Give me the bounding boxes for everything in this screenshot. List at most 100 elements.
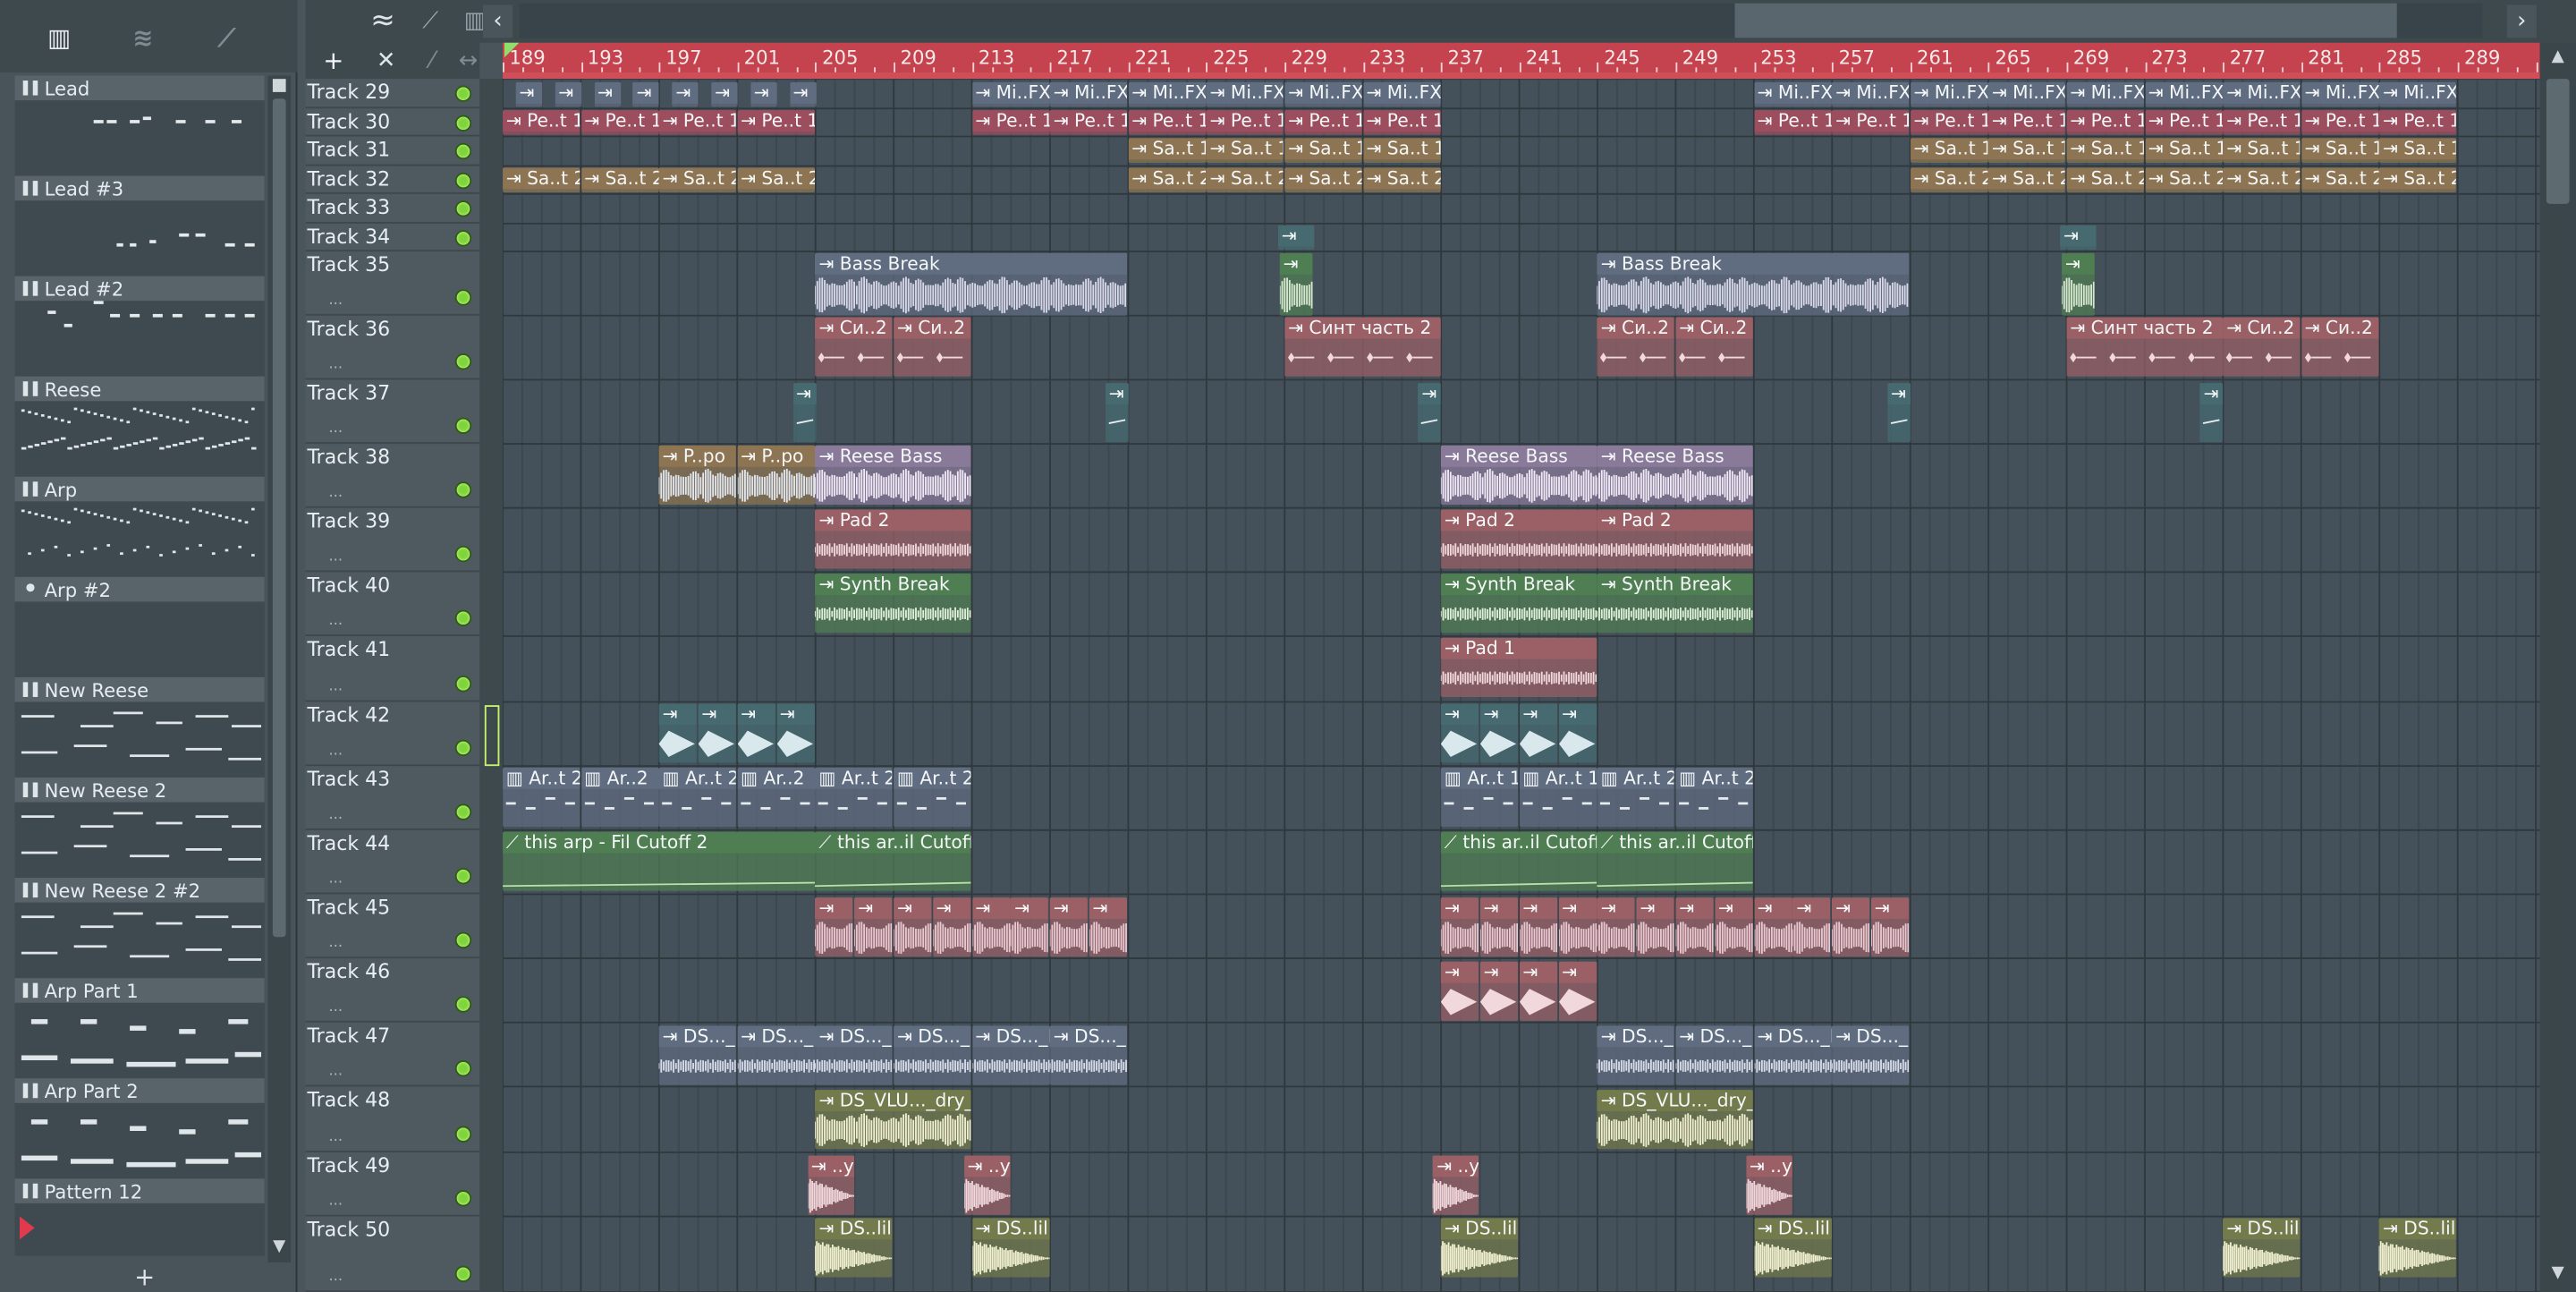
pattern-header[interactable]: Lead: [14, 75, 265, 101]
playlist-clip[interactable]: ⇥ Pe..t 1: [1910, 110, 1988, 135]
track-header[interactable]: Track 50...: [305, 1217, 480, 1292]
playlist-clip[interactable]: ⇥ Sa..t 2: [503, 167, 580, 192]
clip-header[interactable]: ⇥: [1558, 703, 1597, 726]
drum-clip[interactable]: ⇥: [854, 897, 893, 957]
clip-header[interactable]: ⇥: [815, 897, 853, 919]
clip-header[interactable]: ⇥: [1871, 897, 1910, 919]
clip-header[interactable]: ⇥ Sa..t 2: [580, 167, 658, 190]
clip-header[interactable]: ⇥ Bass Break: [815, 252, 1128, 275]
clip-header[interactable]: ⇥ Sa..t 1: [2223, 138, 2301, 160]
playlist-clip[interactable]: ⇥ Синт часть 2: [2066, 317, 2224, 377]
clip-header[interactable]: ⇥ DS_VLU..._dry_E: [1597, 1090, 1754, 1111]
playlist-clip[interactable]: ⇥ Sa..t 2: [2301, 167, 2379, 192]
playlist-clip[interactable]: ⇥ Sa..t 2: [737, 167, 815, 192]
scroll-left-button[interactable]: ‹: [482, 4, 513, 38]
short-clip[interactable]: ⇥: [1279, 252, 1313, 316]
playlist-clip[interactable]: ⇥ DS_VLU..._dry_E: [1597, 1090, 1754, 1150]
track-header[interactable]: Track 35...: [305, 251, 480, 316]
playlist-clip[interactable]: ⇥ Bass Break: [1597, 252, 1910, 316]
playlist-clip[interactable]: ⇥ DS..._B: [1597, 1025, 1675, 1085]
clip-header[interactable]: ⇥: [1479, 897, 1519, 919]
playlist-clip[interactable]: ⇥ Sa..t 1: [1284, 138, 1362, 163]
clip-header[interactable]: ⇥ Pe..t 1: [503, 110, 580, 132]
clip-header[interactable]: ⇥ ..y: [1746, 1155, 1792, 1177]
clip-header[interactable]: ⇥ Pe..t 1: [1910, 110, 1988, 132]
drum-clip[interactable]: ⇥: [1715, 897, 1753, 957]
track-options-dots[interactable]: ...: [328, 743, 343, 759]
marker-clip[interactable]: ⇥: [672, 81, 699, 107]
marker-clip[interactable]: ⇥: [555, 81, 581, 107]
marker-clip[interactable]: ⇥: [515, 81, 543, 107]
clip-header[interactable]: ⇥ Sa..t 2: [2379, 167, 2457, 190]
drum-clip[interactable]: ⇥: [1675, 897, 1714, 957]
clip-header[interactable]: ⇥ Reese Bass: [1597, 445, 1754, 467]
playlist-clip[interactable]: ⇥ Pe..t 1: [2066, 110, 2144, 135]
clip-header[interactable]: ⇥: [792, 383, 816, 404]
track-options-dots[interactable]: ...: [328, 357, 343, 373]
add-track-button[interactable]: +: [316, 46, 352, 75]
scroll-down-icon[interactable]: ▼: [2546, 1262, 2570, 1286]
playlist-clip[interactable]: ⇥ ..y: [1746, 1155, 1792, 1215]
clip-header[interactable]: ⇥: [1089, 897, 1127, 919]
playlist-clip[interactable]: ⇥ Sa..t 1: [2144, 138, 2223, 163]
picker-scrollbar[interactable]: ▼: [267, 75, 292, 1262]
playlist-clip[interactable]: ⇥ DS..lil: [2379, 1218, 2457, 1278]
playlist-clip[interactable]: ⇥ Synth Break: [1597, 574, 1754, 633]
clip-header[interactable]: ⇥ DS..lil: [2379, 1218, 2457, 1240]
clip-header[interactable]: ⇥ Pe..t 1: [1988, 110, 2066, 132]
playlist-grid[interactable]: ⇥ ⇥ ⇥ ⇥ ⇥ ⇥ ⇥ ⇥ ⇥ Mi..FX ⇥ Mi..FX ⇥ Mi..FX ⇥ Mi..FX…: [479, 79, 2540, 1292]
playlist-clip[interactable]: ⇥ Mi..FX: [1362, 81, 1441, 107]
clip-header[interactable]: ⇥ DS..._B: [1832, 1025, 1910, 1048]
drum-clip[interactable]: ⇥: [737, 703, 775, 763]
playlist-clip[interactable]: ⇥ Mi..FX: [2223, 81, 2301, 107]
playlist-clip[interactable]: ⇥ Reese Bass: [1441, 445, 1597, 506]
playlist-clip[interactable]: ⇥ Mi..FX: [971, 81, 1049, 107]
playlist-clip[interactable]: ⇥ Синт часть 2: [1284, 317, 1441, 377]
pattern-header[interactable]: New Reese: [14, 676, 265, 702]
clip-header[interactable]: ⇥ Pe..t 1: [2144, 110, 2223, 132]
playlist-clip[interactable]: ⇥ Mi..FX: [2066, 81, 2144, 107]
playlist-clip[interactable]: ⇥ Mi..FX: [1206, 81, 1284, 107]
drum-clip[interactable]: ⇥: [1011, 897, 1049, 957]
clip-header[interactable]: ⇥: [1479, 703, 1519, 726]
track-mute-led[interactable]: [454, 481, 472, 498]
clip-header[interactable]: ⇥ DS..._B: [894, 1025, 971, 1048]
clip-header[interactable]: ⇥: [932, 897, 971, 919]
track-mute-led[interactable]: [454, 353, 472, 370]
clip-header[interactable]: ⇥ Sa..t 2: [1284, 167, 1362, 190]
playlist-clip[interactable]: ⇥ DS_VLU..._dry_E: [815, 1090, 972, 1150]
drum-clip[interactable]: ⇥: [1479, 703, 1519, 763]
track-mute-led[interactable]: [454, 230, 472, 247]
clip-header[interactable]: ⇥ Си..2: [1597, 317, 1675, 339]
clip-header[interactable]: ⇥: [1519, 703, 1557, 726]
track-options-dots[interactable]: ...: [328, 871, 343, 888]
clip-header[interactable]: ⇥: [555, 81, 581, 104]
clip-header[interactable]: ⇥ Синт часть 2: [1284, 317, 1441, 339]
clip-header[interactable]: ⇥ DS..lil: [1753, 1218, 1832, 1240]
clip-header[interactable]: ⇥ Synth Break: [1597, 574, 1754, 596]
pattern-item[interactable]: Lead: [14, 75, 265, 176]
playlist-clip[interactable]: ⇥ Sa..t 1: [2379, 138, 2457, 163]
playlist-clip[interactable]: ⇥ Sa..t 1: [1128, 138, 1206, 163]
clip-header[interactable]: ⟋ this arp - Fil Cutoff 2: [503, 831, 816, 854]
pattern-header[interactable]: Lead #3: [14, 175, 265, 201]
clip-header[interactable]: ⇥: [1832, 897, 1870, 919]
clip-header[interactable]: ⇥ DS..lil: [1441, 1218, 1519, 1240]
clip-header[interactable]: ⇥ DS..._B: [658, 1025, 737, 1048]
clip-header[interactable]: ⇥ Reese Bass: [815, 445, 972, 467]
clip-header[interactable]: ⟋ this ar..il Cutoff: [1597, 831, 1754, 854]
clip-header[interactable]: ⇥: [1715, 897, 1753, 919]
pattern-header[interactable]: Lead #2: [14, 276, 265, 302]
pattern-header[interactable]: New Reese 2: [14, 777, 265, 803]
clip-header[interactable]: ⇥ DS_VLU..._dry_E: [815, 1090, 972, 1111]
playlist-clip[interactable]: ⇥ DS..lil: [1753, 1218, 1832, 1278]
playlist-clip[interactable]: ⇥ DS..._B: [971, 1025, 1049, 1085]
track-mute-led[interactable]: [454, 115, 472, 132]
resize-icon[interactable]: ↔: [457, 45, 480, 78]
playlist-clip[interactable]: ⇥ Pe..t 1: [2301, 110, 2379, 135]
playlist-clip[interactable]: ⇥ Sa..t 1: [1910, 138, 1988, 163]
clip-header[interactable]: ⇥: [672, 81, 699, 104]
playlist-clip[interactable]: ⇥ Sa..t 1: [1206, 138, 1284, 163]
clip-header[interactable]: ⇥ Mi..FX: [1988, 81, 2066, 104]
playlist-clip[interactable]: ⇥ Pad 2: [815, 509, 972, 569]
